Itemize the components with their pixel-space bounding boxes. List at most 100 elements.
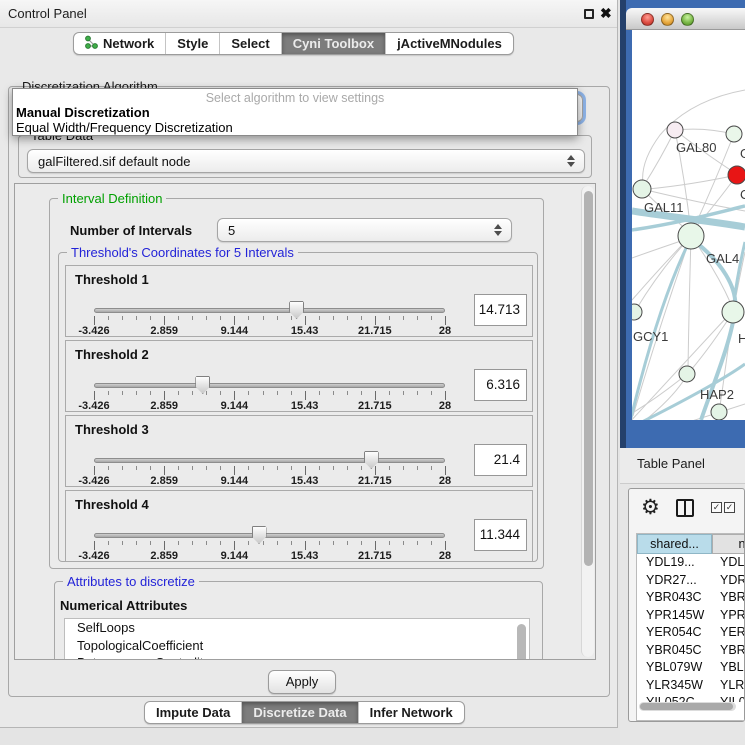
list-item[interactable]: BetweennessCentrality xyxy=(65,654,529,660)
network-node[interactable] xyxy=(632,304,642,320)
table-panel-titlebar: Table Panel xyxy=(620,448,745,484)
network-window: GAL80GACGAL11GAL4GCY1HHAP2 xyxy=(620,0,745,448)
column-header-shared-name[interactable]: shared... xyxy=(637,534,712,554)
table-row[interactable]: YPR145WYPR1 xyxy=(637,607,745,625)
network-canvas[interactable]: GAL80GACGAL11GAL4GCY1HHAP2 xyxy=(632,30,745,420)
tab-cyni-toolbox-label: Cyni Toolbox xyxy=(293,36,374,51)
threshold-1-value-field[interactable]: 14.713 xyxy=(474,294,527,326)
combo-arrows-icon xyxy=(567,155,575,167)
table-row[interactable]: YER054CYER0 xyxy=(637,624,745,642)
threshold-1-box: Threshold 1 14.713 -3.4262.8599.14415.43… xyxy=(65,265,533,337)
settings-scrollbar[interactable] xyxy=(581,186,594,657)
table-row[interactable]: YDR27...YDR2 xyxy=(637,572,745,590)
tab-select[interactable]: Select xyxy=(219,33,280,54)
node-label: HAP2 xyxy=(700,387,734,402)
network-window-titlebar[interactable] xyxy=(626,8,745,30)
tab-cyni-toolbox[interactable]: Cyni Toolbox xyxy=(281,33,385,54)
network-node[interactable] xyxy=(726,126,742,142)
threshold-4-value-field[interactable]: 11.344 xyxy=(474,519,527,551)
node-table: shared... n YDL19...YDL1 YDR27...YDR2 YB… xyxy=(636,533,744,721)
column-header-name[interactable]: n xyxy=(712,534,745,554)
tab-infer-network[interactable]: Infer Network xyxy=(358,702,464,723)
algorithm-dropdown-popup: Select algorithm to view settings Manual… xyxy=(12,88,578,136)
threshold-3-box: Threshold 3 21.4 -3.4262.8599.14415.4321… xyxy=(65,415,533,487)
slider-track[interactable] xyxy=(94,383,445,388)
close-icon[interactable]: ✖ xyxy=(600,5,612,22)
table-panel: Table Panel ⚙ ✓ ✓ shared... n YDL19...YD… xyxy=(620,448,745,745)
zoom-traffic-light[interactable] xyxy=(681,13,694,26)
node-label: C xyxy=(740,187,745,202)
list-item[interactable]: TopologicalCoefficient xyxy=(65,637,529,655)
checkbox-icon[interactable]: ✓ xyxy=(711,502,722,513)
network-node[interactable] xyxy=(728,166,745,184)
number-of-intervals-label: Number of Intervals xyxy=(70,223,192,238)
table-row[interactable]: YBR043CYBR0 xyxy=(637,589,745,607)
tab-jactivemnodules[interactable]: jActiveMNodules xyxy=(385,33,513,54)
table-panel-title: Table Panel xyxy=(637,456,705,471)
thresholds-group-label: Threshold's Coordinates for 5 Intervals xyxy=(67,245,298,260)
table-horizontal-scrollbar[interactable] xyxy=(639,702,736,711)
interval-definition-group: Interval Definition Number of Intervals … xyxy=(49,198,544,569)
slider-track[interactable] xyxy=(94,533,445,538)
threshold-1-label: Threshold 1 xyxy=(75,272,149,287)
network-node[interactable] xyxy=(678,223,704,249)
float-window-icon[interactable] xyxy=(584,9,594,19)
minimize-traffic-light[interactable] xyxy=(661,13,674,26)
tab-discretize-data[interactable]: Discretize Data xyxy=(241,702,357,723)
threshold-4-label: Threshold 4 xyxy=(75,497,149,512)
scrollbar-thumb[interactable] xyxy=(640,703,733,710)
dropdown-option-manual[interactable]: Manual Discretization xyxy=(16,105,150,120)
network-node[interactable] xyxy=(711,404,727,420)
table-panel-body: ⚙ ✓ ✓ shared... n YDL19...YDL1 YDR27...Y… xyxy=(628,488,745,722)
list-item[interactable]: SelfLoops xyxy=(65,619,529,637)
table-row[interactable]: YIL052CYIL0 xyxy=(637,694,745,702)
table-data-group: Table Data galFiltered.sif default node xyxy=(18,135,592,178)
threshold-3-label: Threshold 3 xyxy=(75,422,149,437)
threshold-2-value-field[interactable]: 6.316 xyxy=(474,369,527,401)
checkbox-icon[interactable]: ✓ xyxy=(724,502,735,513)
tab-select-label: Select xyxy=(231,36,269,51)
tab-style[interactable]: Style xyxy=(165,33,219,54)
tab-infer-network-label: Infer Network xyxy=(370,705,453,720)
threshold-2-label: Threshold 2 xyxy=(75,347,149,362)
table-rows: YDL19...YDL1 YDR27...YDR2 YBR043CYBR0 YP… xyxy=(637,554,745,702)
tab-impute-data-label: Impute Data xyxy=(156,705,230,720)
threshold-2-box: Threshold 2 6.316 -3.4262.8599.14415.432… xyxy=(65,340,533,412)
number-of-intervals-combobox[interactable]: 5 xyxy=(217,218,512,242)
column-settings-icon[interactable] xyxy=(676,499,694,517)
dropdown-hint: Select algorithm to view settings xyxy=(13,91,577,105)
list-scrollbar[interactable] xyxy=(517,624,526,660)
network-node[interactable] xyxy=(633,180,651,198)
gear-icon[interactable]: ⚙ xyxy=(641,495,660,521)
network-node[interactable] xyxy=(667,122,683,138)
settings-scrollpane: Interval Definition Number of Intervals … xyxy=(14,183,596,660)
combo-arrows-icon xyxy=(494,224,502,236)
control-panel-titlebar: Control Panel ✖ xyxy=(0,0,617,28)
table-data-combobox[interactable]: galFiltered.sif default node xyxy=(27,149,585,173)
tab-discretize-data-label: Discretize Data xyxy=(253,705,346,720)
network-icon xyxy=(85,35,98,53)
tab-jactivemnodules-label: jActiveMNodules xyxy=(397,36,502,51)
table-row[interactable]: YLR345WYLR3 xyxy=(637,677,745,695)
table-row[interactable]: YBL079WYBL0 xyxy=(637,659,745,677)
table-row[interactable]: YBR045CYBR0 xyxy=(637,642,745,660)
table-row[interactable]: YDL19...YDL1 xyxy=(637,554,745,572)
node-label: GAL4 xyxy=(706,251,739,266)
threshold-4-box: Threshold 4 11.344 -3.4262.8599.14415.43… xyxy=(65,490,533,562)
number-of-intervals-value: 5 xyxy=(228,223,235,238)
close-traffic-light[interactable] xyxy=(641,13,654,26)
slider-track[interactable] xyxy=(94,308,445,313)
dropdown-option-equal-width[interactable]: Equal Width/Frequency Discretization xyxy=(16,120,233,135)
tab-network[interactable]: Network xyxy=(74,33,165,54)
window-frame-edge xyxy=(620,0,626,448)
network-node[interactable] xyxy=(679,366,695,382)
threshold-3-value-field[interactable]: 21.4 xyxy=(474,444,527,476)
tab-network-label: Network xyxy=(103,36,154,51)
slider-track[interactable] xyxy=(94,458,445,463)
apply-button[interactable]: Apply xyxy=(268,670,336,694)
network-node[interactable] xyxy=(722,301,744,323)
tab-impute-data[interactable]: Impute Data xyxy=(145,702,241,723)
interval-definition-label: Interval Definition xyxy=(58,191,166,206)
bottom-tabbar: Impute Data Discretize Data Infer Networ… xyxy=(144,701,465,724)
scrollbar-thumb[interactable] xyxy=(584,191,593,566)
